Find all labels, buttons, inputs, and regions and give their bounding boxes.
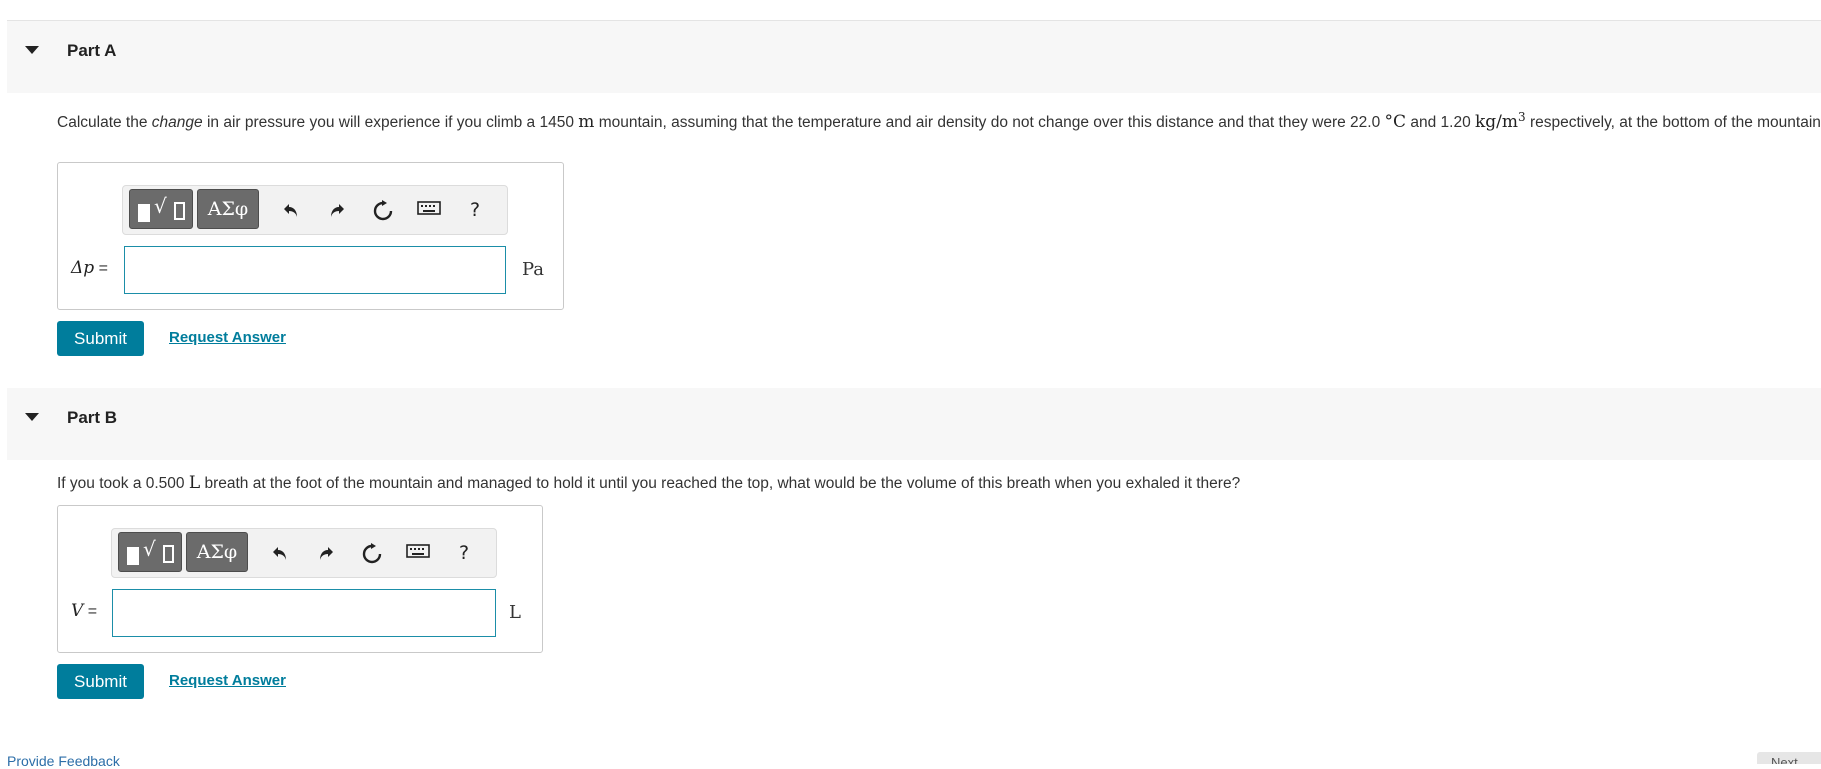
- unit-celsius: °C: [1384, 112, 1407, 133]
- next-button[interactable]: Next: [1757, 752, 1821, 764]
- template-box-icon: [174, 202, 185, 220]
- help-icon[interactable]: ?: [459, 194, 491, 226]
- part-a-header[interactable]: Part A: [7, 21, 1821, 93]
- part-b-header[interactable]: Part B: [7, 388, 1821, 460]
- question-text: If you took a 0.500: [57, 475, 189, 492]
- provide-feedback-link[interactable]: Provide Feedback: [7, 753, 120, 769]
- template-box-icon: [163, 545, 174, 563]
- sqrt-icon: √: [154, 194, 167, 218]
- answer-input[interactable]: [124, 246, 506, 294]
- redo-icon[interactable]: [310, 537, 342, 569]
- request-answer-link[interactable]: Request Answer: [169, 672, 286, 689]
- reset-icon[interactable]: [367, 194, 399, 226]
- unit-meter: m: [578, 112, 595, 133]
- reset-icon[interactable]: [356, 537, 388, 569]
- submit-button[interactable]: Submit: [57, 321, 144, 356]
- question-text: in air pressure you will experience if y…: [202, 114, 579, 132]
- equals-sign: =: [98, 260, 108, 277]
- answer-input[interactable]: [112, 589, 496, 637]
- undo-icon[interactable]: [264, 537, 296, 569]
- template-block-icon: [138, 204, 150, 222]
- question-text: respectively, at the bottom of the mount…: [1525, 114, 1821, 132]
- question-text: breath at the foot of the mountain and m…: [200, 475, 1241, 492]
- unit-density: kg/m: [1475, 112, 1519, 133]
- answer-variable-label: V =: [71, 601, 97, 621]
- part-b-title: Part B: [67, 408, 118, 427]
- templates-icon[interactable]: √: [118, 532, 182, 572]
- redo-icon[interactable]: [321, 194, 353, 226]
- math-toolbar: √ ΑΣφ ?: [111, 528, 497, 578]
- undo-icon[interactable]: [275, 194, 307, 226]
- part-b-answer-box: √ ΑΣφ ? V = L: [57, 505, 543, 653]
- question-text: mountain, assuming that the temperature …: [594, 114, 1385, 132]
- sqrt-icon: √: [143, 537, 156, 561]
- part-a-title: Part A: [67, 41, 117, 60]
- question-text: Calculate the: [57, 114, 152, 132]
- part-b-question: If you took a 0.500 L breath at the foot…: [57, 472, 1821, 495]
- submit-button[interactable]: Submit: [57, 664, 144, 699]
- collapse-caret-icon[interactable]: [25, 46, 39, 54]
- symbols-button[interactable]: ΑΣφ: [186, 532, 248, 572]
- templates-icon[interactable]: √: [129, 189, 193, 229]
- equals-sign: =: [87, 603, 98, 620]
- symbols-button[interactable]: ΑΣφ: [197, 189, 259, 229]
- keyboard-icon[interactable]: [413, 194, 445, 226]
- answer-unit: L: [509, 602, 521, 623]
- help-icon[interactable]: ?: [448, 537, 480, 569]
- keyboard-icon[interactable]: [402, 537, 434, 569]
- variable-symbol: V: [71, 601, 84, 621]
- part-a-question: Calculate the change in air pressure you…: [57, 106, 1821, 134]
- request-answer-link[interactable]: Request Answer: [169, 329, 286, 346]
- unit-exponent: 3: [1518, 110, 1526, 124]
- part-a-answer-box: √ ΑΣφ ? Δp = Pa: [57, 162, 564, 310]
- math-toolbar: √ ΑΣφ ?: [122, 185, 508, 235]
- answer-unit: Pa: [522, 259, 545, 280]
- collapse-caret-icon[interactable]: [25, 413, 39, 421]
- template-block-icon: [127, 547, 139, 565]
- question-emphasis: change: [151, 114, 203, 132]
- unit-liter: L: [188, 473, 201, 493]
- answer-variable-label: Δp =: [71, 258, 108, 278]
- variable-symbol: Δp: [71, 258, 95, 278]
- question-text: and 1.20: [1406, 114, 1475, 132]
